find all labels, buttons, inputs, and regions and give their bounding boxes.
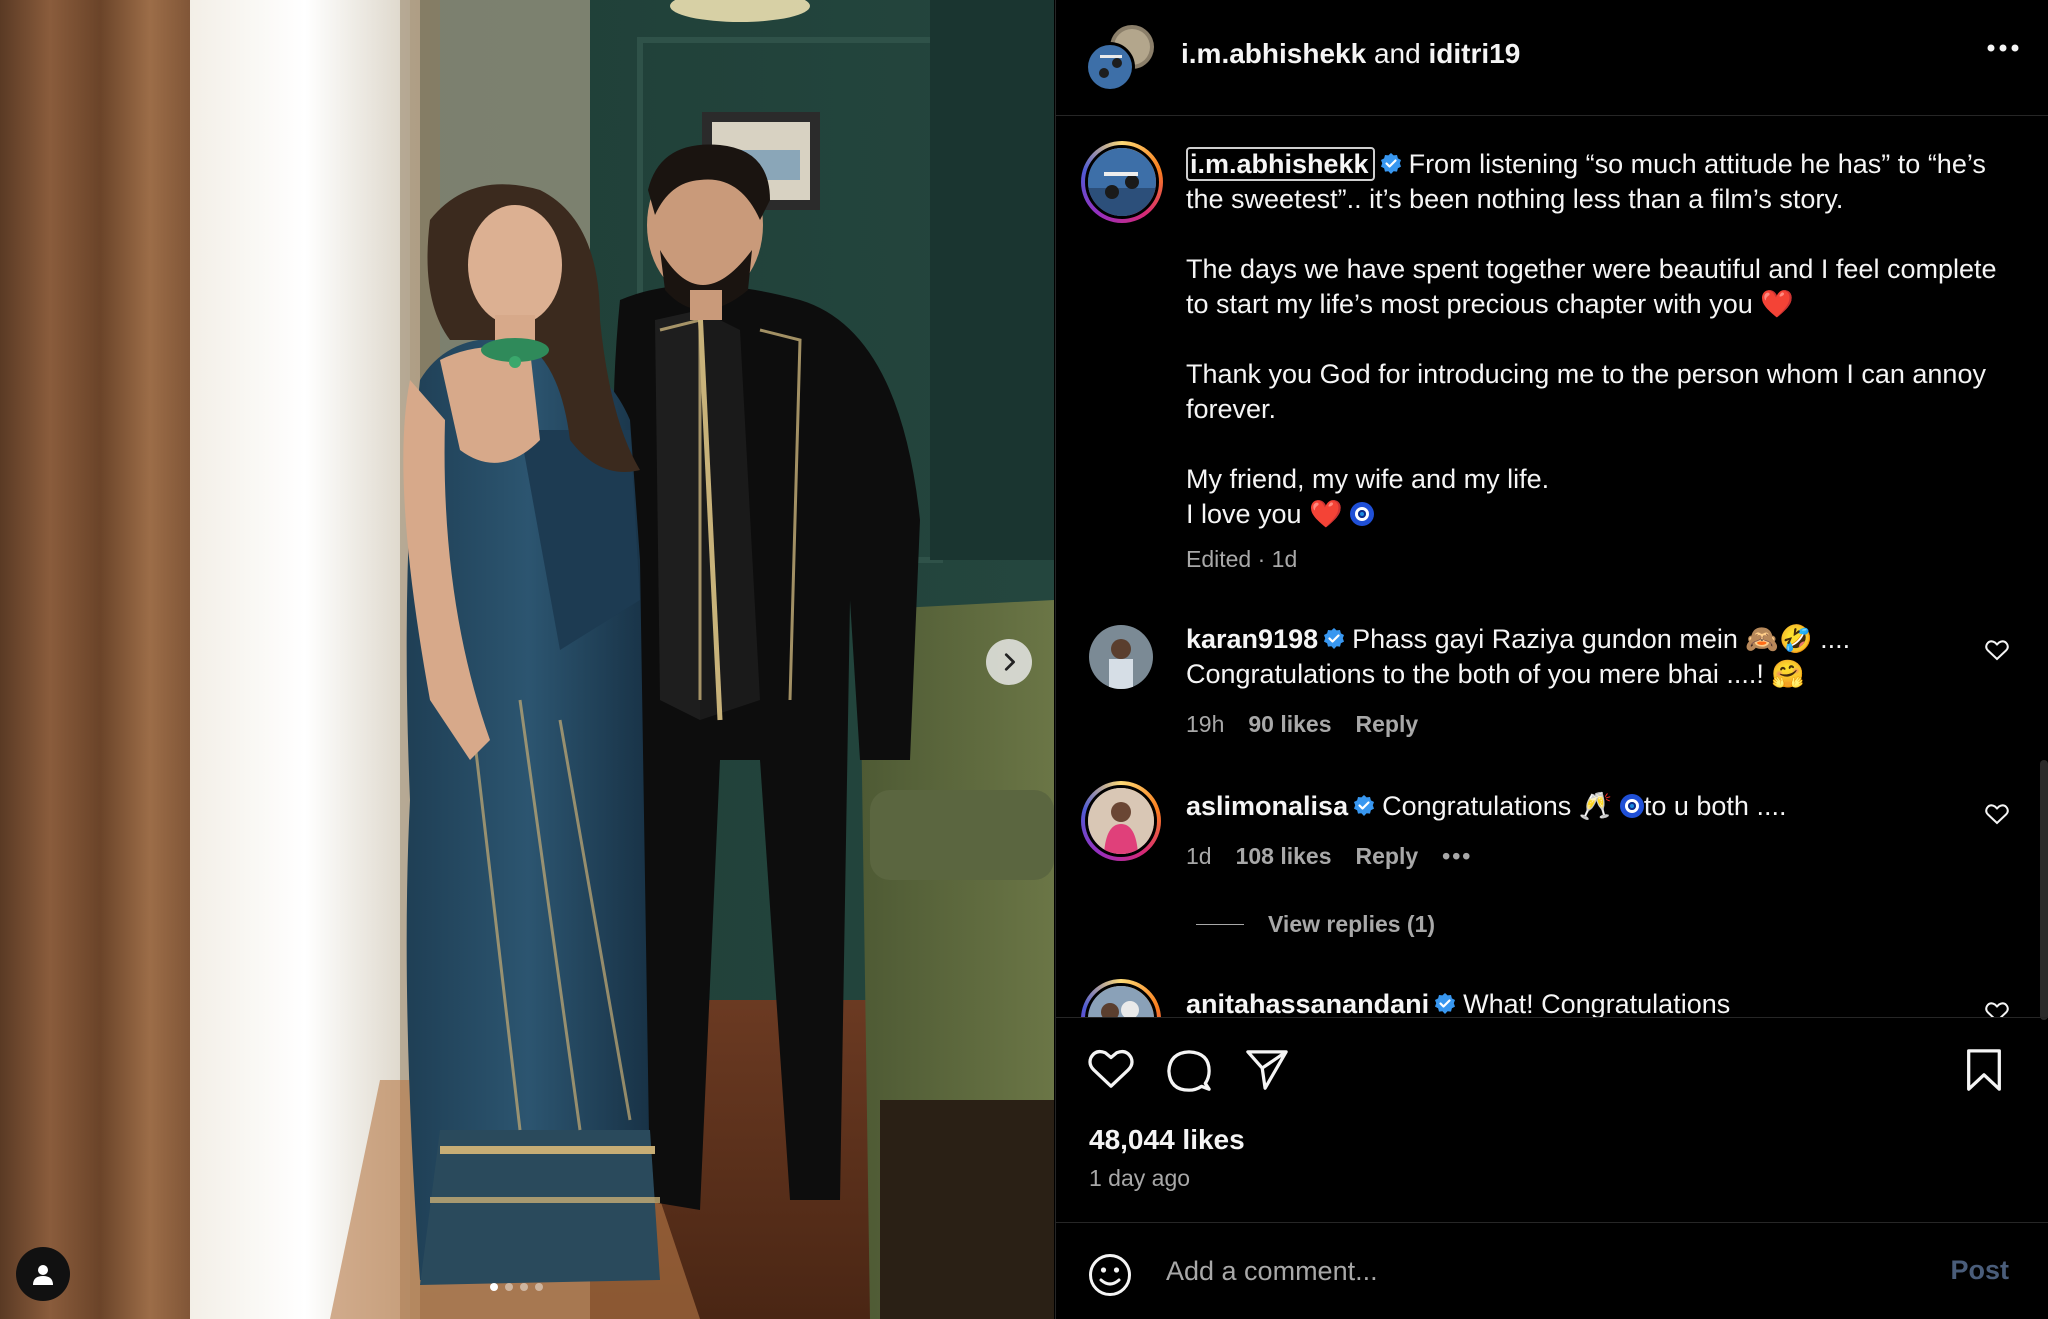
person-icon <box>33 1265 53 1285</box>
commenter-avatar[interactable] <box>1089 625 1153 689</box>
reply-button[interactable]: Reply <box>1356 711 1419 738</box>
author-link-2[interactable]: iditri19 <box>1428 38 1520 69</box>
share-button[interactable] <box>1244 1048 1290 1097</box>
authors-joiner: and <box>1373 38 1421 69</box>
post-timestamp[interactable]: 1 day ago <box>1089 1165 1190 1192</box>
carousel-dot <box>505 1283 513 1291</box>
heart-icon <box>1088 1050 1134 1088</box>
post-side-panel: i.m.abhishekk and iditri19 i.m.abhishekk… <box>1055 0 2048 1319</box>
post-actions: 48,044 likes 1 day ago <box>1056 1017 2048 1222</box>
comment-input[interactable] <box>1166 1249 1866 1293</box>
comment-meta: 1d 108 likes Reply ••• <box>1186 843 1472 870</box>
post-comment-button[interactable]: Post <box>1950 1255 2009 1286</box>
verified-badge-icon <box>1354 795 1375 816</box>
view-replies-button[interactable]: View replies (1) <box>1196 911 1435 938</box>
send-icon <box>1246 1050 1288 1090</box>
more-horizontal-icon <box>1987 44 2019 52</box>
comment-body: karan9198 Phass gayi Raziya gundon mein 🙈… <box>1186 622 1946 692</box>
comment-body: anitahassanandani What! Congratulations <box>1186 987 1946 1017</box>
collab-avatars[interactable] <box>1085 25 1156 92</box>
comment-username[interactable]: anitahassanandani <box>1186 989 1429 1017</box>
comment-meta: 19h 90 likes Reply <box>1186 711 1418 738</box>
commenter-avatar[interactable] <box>1081 979 1161 1017</box>
nazar-amulet-emoji <box>1350 502 1375 526</box>
comment-bubble-icon <box>1167 1050 1211 1092</box>
caption-line-3: Thank you God for introducing me to the … <box>1186 359 1986 424</box>
comment-button[interactable] <box>1166 1048 1212 1099</box>
carousel-dot <box>520 1283 528 1291</box>
heart-emoji: ❤️ <box>1760 289 1794 319</box>
comment-username[interactable]: karan9198 <box>1186 624 1318 654</box>
post-authors: i.m.abhishekk and iditri19 <box>1181 38 1520 70</box>
caption-username[interactable]: i.m.abhishekk <box>1186 147 1375 181</box>
likes-count[interactable]: 48,044 likes <box>1089 1124 1245 1156</box>
comment-more-button[interactable]: ••• <box>1442 843 1472 870</box>
next-photo-button[interactable] <box>986 639 1032 685</box>
comments-list[interactable]: i.m.abhishekk From listening “so much att… <box>1056 117 2048 1017</box>
caption-line-4: My friend, my wife and my life. <box>1186 464 1550 494</box>
comments-scrollbar[interactable] <box>2040 760 2048 1020</box>
heart-outline-icon <box>1985 640 2009 661</box>
heart-emoji: ❤️ <box>1309 499 1343 529</box>
commenter-avatar[interactable] <box>1081 781 1161 861</box>
nazar-amulet-emoji <box>1619 794 1644 818</box>
comment-composer: Post <box>1056 1222 2048 1319</box>
heart-outline-icon <box>1985 1002 2009 1017</box>
bookmark-icon <box>1967 1049 2001 1091</box>
verified-badge-icon <box>1435 993 1456 1014</box>
heart-outline-icon <box>1985 804 2009 825</box>
post-photo[interactable] <box>0 0 1054 1319</box>
verified-badge-icon <box>1380 153 1401 174</box>
more-options-button[interactable] <box>1987 40 2019 58</box>
comment-username[interactable]: aslimonalisa <box>1186 791 1348 821</box>
emoji-picker-button[interactable] <box>1088 1253 1132 1302</box>
save-button[interactable] <box>1964 1048 2004 1097</box>
tagged-users-button[interactable] <box>16 1247 70 1301</box>
replies-divider <box>1196 924 1244 925</box>
comment-likes[interactable]: 90 likes <box>1248 711 1331 738</box>
like-comment-button[interactable] <box>1985 639 2009 666</box>
like-button[interactable] <box>1088 1048 1134 1095</box>
author-link-1[interactable]: i.m.abhishekk <box>1181 38 1366 69</box>
like-comment-button[interactable] <box>1985 1001 2009 1017</box>
chevron-right-icon <box>1004 653 1015 671</box>
carousel-dot-active <box>490 1283 498 1291</box>
post-header: i.m.abhishekk and iditri19 <box>1056 0 2048 116</box>
carousel-dot <box>535 1283 543 1291</box>
avatar-i-m-abhishekk[interactable] <box>1088 45 1132 89</box>
reply-button[interactable]: Reply <box>1356 843 1419 870</box>
caption-meta: Edited · 1d <box>1186 546 1298 572</box>
comment-text: Congratulations 🥂 <box>1382 791 1613 821</box>
caption-line-5: I love you <box>1186 499 1302 529</box>
comment-body: aslimonalisa Congratulations 🥂 to u both … <box>1186 789 1946 824</box>
caption-line-2: The days we have spent together were bea… <box>1186 254 1997 319</box>
caption-author-avatar[interactable] <box>1081 141 1163 223</box>
comment-text: What! Congratulations <box>1463 989 1731 1017</box>
comment-text-end: to u both .... <box>1643 791 1787 821</box>
verified-badge-icon <box>1324 628 1345 649</box>
like-comment-button[interactable] <box>1985 803 2009 830</box>
comment-time: 1d <box>1186 843 1212 869</box>
carousel-indicator <box>490 1283 543 1291</box>
view-replies-label: View replies (1) <box>1268 911 1436 937</box>
couple-photo <box>0 0 1054 1319</box>
comment-likes[interactable]: 108 likes <box>1236 843 1332 870</box>
comment-time: 19h <box>1186 711 1225 737</box>
smiley-icon <box>1089 1254 1131 1296</box>
post-caption: i.m.abhishekk From listening “so much att… <box>1186 147 2006 577</box>
